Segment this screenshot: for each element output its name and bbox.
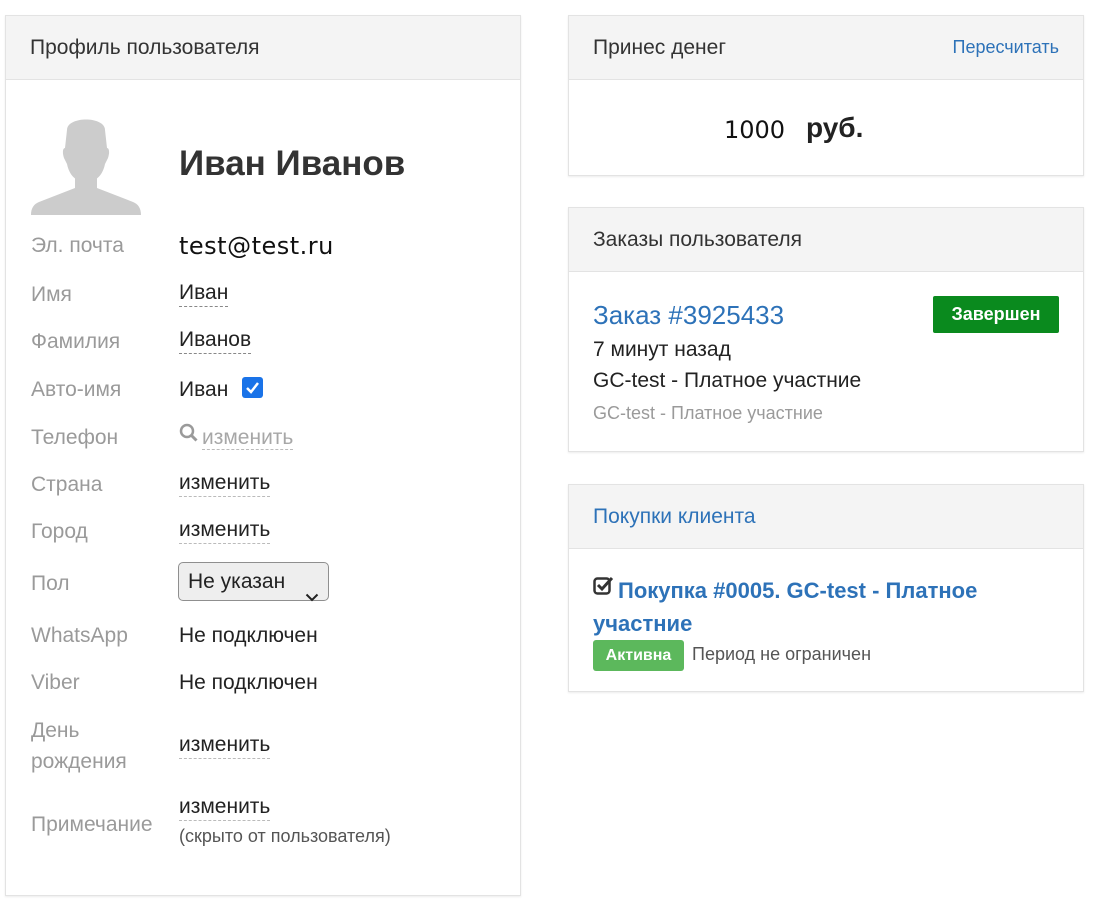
recalculate-link[interactable]: Пересчитать [953,37,1059,58]
orders-panel-title: Заказы пользователя [593,227,802,251]
birthday-label-line2: рождения [31,750,127,773]
gender-selected-value: Не указан [188,570,286,593]
birthday-label-line1: День [31,719,80,742]
purchases-panel-header: Покупки клиента [569,485,1083,549]
purchase-link[interactable]: Покупка #0005. GC-test - Платное участни… [593,578,977,636]
gender-select[interactable]: Не указан [178,562,329,602]
first-name-label: Имя [31,283,72,306]
chevron-down-icon [305,577,319,614]
field-email: Эл. почта test@test.ru [31,231,511,261]
birthday-edit-link[interactable]: изменить [179,732,271,759]
last-name-label: Фамилия [31,330,121,353]
whatsapp-label: WhatsApp [31,624,128,647]
note-edit-link[interactable]: изменить [179,794,271,821]
email-label: Эл. почта [31,234,124,257]
viber-label: Viber [31,671,80,694]
orders-panel: Заказы пользователя Заказ #3925433 Завер… [568,207,1084,452]
auto-name-checkbox[interactable] [242,376,264,398]
field-gender: Пол Не указан [31,562,511,602]
purchase-status-badge: Активна [593,640,684,671]
order-status-badge: Завершен [933,296,1059,333]
field-note: Примечание изменить (скрыто от пользоват… [31,794,511,854]
profile-panel-header: Профиль пользователя [6,16,520,80]
field-whatsapp: WhatsApp Не подключен [31,621,511,651]
profile-panel-title: Профиль пользователя [30,35,260,59]
note-label: Примечание [31,813,153,836]
purchase-item: Покупка #0005. GC-test - Платное участни… [593,575,1033,640]
phone-label: Телефон [31,426,119,449]
order-subtitle: GC-test - Платное участние [593,403,823,423]
field-auto-name: Авто-имя Иван [31,375,511,405]
user-name: Иван Иванов [179,144,406,183]
purchases-panel-title[interactable]: Покупки клиента [593,505,756,529]
field-birthday: День рождения изменить [31,716,511,778]
money-panel: Принес денег Пересчитать 1000 руб. [568,15,1084,176]
orders-panel-header: Заказы пользователя [569,208,1083,272]
order-title: GC-test - Платное участние [593,369,862,392]
city-label: Город [31,520,88,543]
search-icon[interactable] [179,421,198,451]
country-edit-link[interactable]: изменить [179,470,271,497]
order-time: 7 минут назад [593,338,731,361]
field-country: Страна изменить [31,470,511,500]
city-edit-link[interactable]: изменить [179,517,271,544]
phone-group: изменить [179,421,294,453]
country-label: Страна [31,473,103,496]
phone-edit-link[interactable]: изменить [202,426,294,450]
money-amount: 1000 [724,116,786,144]
whatsapp-status: Не подключен [179,624,318,647]
auto-name-label: Авто-имя [31,378,122,401]
money-currency: руб. [806,112,864,143]
avatar [31,108,141,215]
field-city: Город изменить [31,517,511,547]
money-panel-header: Принес денег Пересчитать [569,16,1083,80]
auto-name-group: Иван [179,375,264,405]
viber-status: Не подключен [179,671,318,694]
email-value[interactable]: test@test.ru [179,231,334,261]
first-name-value[interactable]: Иван [179,280,229,307]
field-first-name: Имя Иван [31,280,511,310]
money-panel-title: Принес денег [593,35,726,59]
order-link[interactable]: Заказ #3925433 [593,300,784,331]
auto-name-value: Иван [179,378,229,401]
checkbox-checked-icon [593,573,614,605]
purchase-period: Период не ограничен [692,644,872,664]
profile-panel: Профиль пользователя Иван Иванов Эл. поч… [5,15,521,896]
field-last-name: Фамилия Иванов [31,327,511,357]
field-phone: Телефон изменить [31,423,511,453]
last-name-value[interactable]: Иванов [179,327,252,354]
gender-label: Пол [31,572,70,595]
purchases-panel: Покупки клиента Покупка #0005. GC-test -… [568,484,1084,692]
note-hint: (скрыто от пользователя) [179,826,391,846]
field-viber: Viber Не подключен [31,668,511,698]
